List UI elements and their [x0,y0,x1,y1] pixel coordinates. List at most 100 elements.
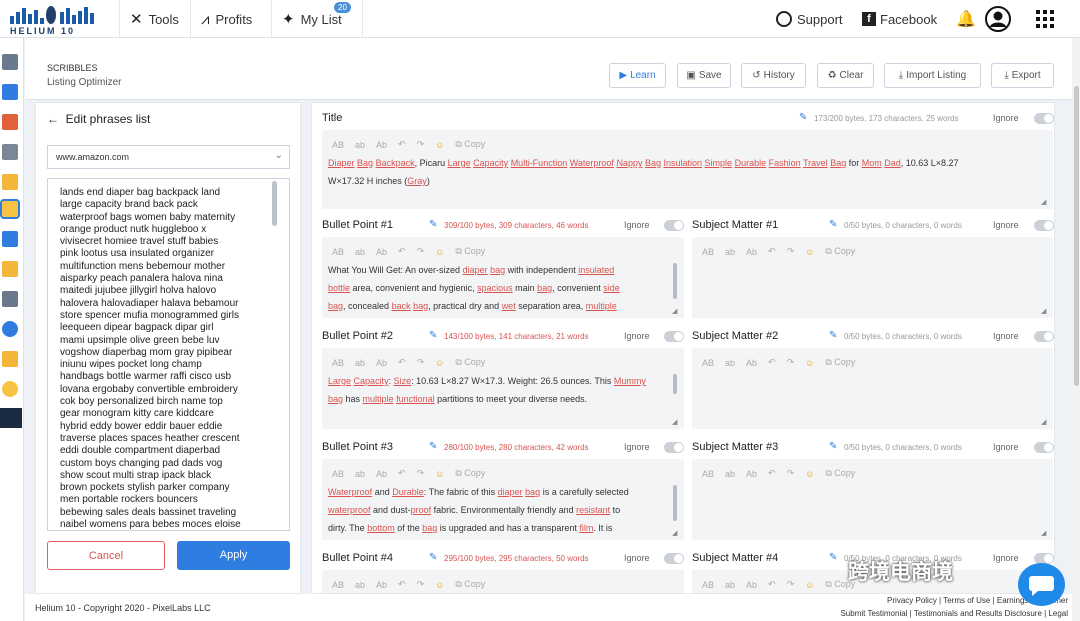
sidebar-gear-icon[interactable] [2,144,18,160]
nav-mylist[interactable]: ✦ My List 20 [271,0,363,38]
bullet-lowercase-button[interactable]: ab [355,358,365,368]
bullet-scrollbar[interactable] [673,374,677,394]
subject-emoji-icon[interactable]: ☺ [805,358,814,368]
pencil-icon[interactable]: ✎ [829,441,837,452]
subject-titlecase-button[interactable]: Ab [746,580,757,590]
sidebar-chart-icon[interactable] [2,84,18,100]
subject-resize-handle[interactable]: ◢ [1041,418,1046,426]
history-button[interactable]: ↺ History [741,63,806,88]
subject-redo-icon[interactable]: ↷ [787,357,795,368]
bullet-uppercase-button[interactable]: AB [332,580,344,590]
bullet-titlecase-button[interactable]: Ab [376,358,387,368]
bullet-emoji-icon[interactable]: ☺ [435,247,444,257]
bullet-copy-button[interactable]: ⧉ Copy [455,468,485,479]
bell-icon[interactable]: 🔔 [956,0,976,38]
subject-emoji-icon[interactable]: ☺ [805,469,814,479]
sidebar-check-icon[interactable] [2,231,18,247]
bullet-ignore-toggle[interactable] [664,553,684,564]
back-arrow-icon[interactable]: ← [47,112,59,126]
title-resize-handle[interactable]: ◢ [1041,198,1046,206]
cancel-button[interactable]: Cancel [47,541,165,570]
phrases-header[interactable]: ← Edit phrases list [47,112,150,126]
bullet-scrollbar[interactable] [673,485,677,521]
subject-resize-handle[interactable]: ◢ [1041,307,1046,315]
footer-links-2[interactable]: Submit Testimonial | Testimonials and Re… [840,609,1068,618]
nav-profits[interactable]: ⩘ Profits [190,0,271,38]
bullet-undo-icon[interactable]: ↶ [398,579,406,590]
subject-redo-icon[interactable]: ↷ [787,246,795,257]
bullet-uppercase-button[interactable]: AB [332,247,344,257]
phrases-textarea[interactable]: lands end diaper bag backpack land large … [47,178,290,531]
page-scrollbar-thumb[interactable] [1074,86,1079,386]
nav-facebook[interactable]: f Facebook [862,0,937,38]
apps-grid-icon[interactable] [1036,0,1054,38]
bullet-redo-icon[interactable]: ↷ [417,357,425,368]
title-copy-button[interactable]: ⧉ Copy [455,139,485,150]
pencil-icon[interactable]: ✎ [429,552,437,563]
title-ignore-toggle[interactable] [1034,113,1054,124]
pencil-icon[interactable]: ✎ [829,552,837,563]
subject-ignore-toggle[interactable] [1034,220,1054,231]
bullet-redo-icon[interactable]: ↷ [417,468,425,479]
subject-emoji-icon[interactable]: ☺ [805,247,814,257]
bullet-uppercase-button[interactable]: AB [332,469,344,479]
bullet-lowercase-button[interactable]: ab [355,247,365,257]
bullet-titlecase-button[interactable]: Ab [376,469,387,479]
bullet-redo-icon[interactable]: ↷ [417,246,425,257]
clear-button[interactable]: ♻ Clear [817,63,874,88]
bullet-resize-handle[interactable]: ◢ [672,418,677,426]
bullet-copy-button[interactable]: ⧉ Copy [455,579,485,590]
phrases-scrollbar[interactable] [272,181,277,226]
subject-titlecase-button[interactable]: Ab [746,358,757,368]
bullet-emoji-icon[interactable]: ☺ [435,358,444,368]
bullet-emoji-icon[interactable]: ☺ [435,580,444,590]
bullet-undo-icon[interactable]: ↶ [398,246,406,257]
subject-titlecase-button[interactable]: Ab [746,247,757,257]
bullet-emoji-icon[interactable]: ☺ [435,469,444,479]
subject-undo-icon[interactable]: ↶ [768,357,776,368]
bullet-copy-button[interactable]: ⧉ Copy [455,357,485,368]
save-button[interactable]: ▣ Save [677,63,731,88]
subject-copy-button[interactable]: ⧉ Copy [825,246,855,257]
bullet-text[interactable]: Waterproof and Durable: The fabric of th… [328,483,668,537]
bullet-ignore-toggle[interactable] [664,220,684,231]
apply-button[interactable]: Apply [177,541,290,570]
subject-uppercase-button[interactable]: AB [702,469,714,479]
bullet-ignore-toggle[interactable] [664,331,684,342]
title-text[interactable]: Diaper Bag Backpack, Picaru Large Capaci… [328,154,1048,190]
subject-titlecase-button[interactable]: Ab [746,469,757,479]
title-emoji-icon[interactable]: ☺ [435,140,444,150]
subject-undo-icon[interactable]: ↶ [768,468,776,479]
helium10-logo[interactable]: HELIUM 10 [8,4,100,36]
subject-uppercase-button[interactable]: AB [702,247,714,257]
bullet-text[interactable]: Large Capacity: Size: 10.63 L×8.27 W×17.… [328,372,668,408]
subject-copy-button[interactable]: ⧉ Copy [825,357,855,368]
title-redo-icon[interactable]: ↷ [417,139,425,150]
subject-uppercase-button[interactable]: AB [702,358,714,368]
marketplace-select[interactable]: www.amazon.com ⌄ [47,145,290,169]
bullet-titlecase-button[interactable]: Ab [376,247,387,257]
sidebar-cube-icon[interactable] [2,54,18,70]
bullet-titlecase-button[interactable]: Ab [376,580,387,590]
subject-lowercase-button[interactable]: ab [725,358,735,368]
subject-undo-icon[interactable]: ↶ [768,579,776,590]
title-undo-icon[interactable]: ↶ [398,139,406,150]
subject-uppercase-button[interactable]: AB [702,580,714,590]
bullet-lowercase-button[interactable]: ab [355,469,365,479]
bullet-lowercase-button[interactable]: ab [355,580,365,590]
subject-lowercase-button[interactable]: ab [725,469,735,479]
subject-ignore-toggle[interactable] [1034,442,1054,453]
bullet-redo-icon[interactable]: ↷ [417,579,425,590]
sidebar-magnet-icon[interactable] [2,114,18,130]
bullet-text[interactable]: What You Will Get: An over-sized diaper … [328,261,668,315]
title-titlecase-button[interactable]: Ab [376,140,387,150]
bullet-resize-handle[interactable]: ◢ [672,307,677,315]
bullet-undo-icon[interactable]: ↶ [398,357,406,368]
pencil-icon[interactable]: ✎ [429,219,437,230]
subject-copy-button[interactable]: ⧉ Copy [825,468,855,479]
learn-button[interactable]: ▶ Learn [609,63,666,88]
subject-redo-icon[interactable]: ↷ [787,579,795,590]
sidebar-truck-icon[interactable] [2,291,18,307]
bullet-copy-button[interactable]: ⧉ Copy [455,246,485,257]
title-uppercase-button[interactable]: AB [332,140,344,150]
